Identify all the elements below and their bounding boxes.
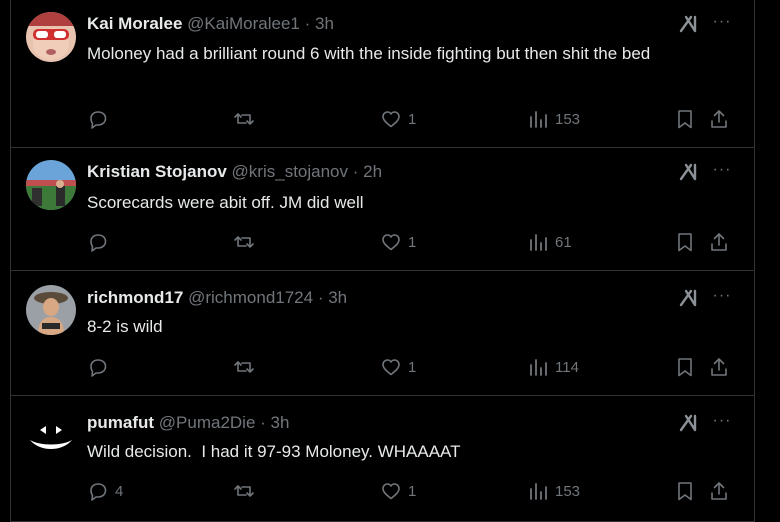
user-handle[interactable]: @kris_stojanov: [232, 162, 348, 181]
like-count: 1: [408, 482, 417, 500]
share-upload-icon: [708, 480, 730, 502]
bar-chart-icon: [527, 356, 549, 378]
separator-dot: ·: [255, 413, 271, 432]
avatar[interactable]: [26, 160, 76, 210]
bookmark-icon: [674, 231, 696, 253]
bar-chart-icon: [527, 231, 549, 253]
avatar[interactable]: [26, 12, 76, 62]
repost-button[interactable]: [232, 230, 256, 254]
repost-arrows-icon: [232, 356, 256, 378]
like-button[interactable]: 1: [380, 479, 416, 503]
bar-chart-icon: [527, 108, 549, 130]
bookmark-button[interactable]: [674, 479, 696, 503]
avatar[interactable]: [26, 285, 76, 335]
repost-button[interactable]: [232, 107, 256, 131]
avatar[interactable]: [26, 410, 76, 460]
grok-icon[interactable]: [678, 412, 700, 434]
share-upload-icon: [708, 108, 730, 130]
reply-button[interactable]: [87, 230, 115, 254]
timestamp[interactable]: 3h: [271, 413, 290, 432]
user-handle[interactable]: @Puma2Die: [159, 413, 256, 432]
share-button[interactable]: [708, 479, 730, 503]
bar-chart-icon: [527, 480, 549, 502]
reply-header: Kristian Stojanov @kris_stojanov · 2h: [87, 161, 382, 183]
reply-button[interactable]: [87, 107, 115, 131]
share-button[interactable]: [708, 355, 730, 379]
bookmark-icon: [674, 480, 696, 502]
display-name[interactable]: pumafut: [87, 413, 154, 432]
reply-button[interactable]: 4: [87, 479, 123, 503]
display-name[interactable]: Kristian Stojanov: [87, 162, 227, 181]
views-button[interactable]: 153: [527, 107, 580, 131]
bookmark-button[interactable]: [674, 107, 696, 131]
reply-text: Moloney had a brilliant round 6 with the…: [87, 44, 651, 63]
separator-dot: ·: [313, 288, 329, 307]
more-dots-icon[interactable]: ···: [711, 287, 733, 309]
like-count: 1: [408, 233, 417, 251]
repost-arrows-icon: [232, 480, 256, 502]
view-count: 114: [555, 358, 579, 376]
heart-icon: [380, 480, 402, 502]
reply-text: 8-2 is wild: [87, 317, 163, 336]
bookmark-icon: [674, 356, 696, 378]
reply-post[interactable]: richmond17 @richmond1724 · 3h ··· 8-2 is…: [11, 271, 754, 396]
speech-bubble-icon: [87, 108, 109, 130]
speech-bubble-icon: [87, 480, 109, 502]
timestamp[interactable]: 3h: [328, 288, 347, 307]
share-button[interactable]: [708, 107, 730, 131]
view-count: 153: [555, 110, 581, 128]
reply-header: pumafut @Puma2Die · 3h: [87, 412, 289, 434]
reply-header: Kai Moralee @KaiMoralee1 · 3h: [87, 13, 334, 35]
bookmark-icon: [674, 108, 696, 130]
reply-thread: Kai Moralee @KaiMoralee1 · 3h ··· Molone…: [10, 0, 755, 522]
speech-bubble-icon: [87, 231, 109, 253]
view-count: 61: [555, 233, 572, 251]
reply-post[interactable]: pumafut @Puma2Die · 3h ··· Wild decision…: [11, 396, 754, 522]
user-handle[interactable]: @richmond1724: [188, 288, 313, 307]
grok-icon[interactable]: [678, 161, 700, 183]
user-handle[interactable]: @KaiMoralee1: [187, 14, 300, 33]
more-dots-icon[interactable]: ···: [711, 161, 733, 183]
share-upload-icon: [708, 356, 730, 378]
reply-text: Wild decision. I had it 97-93 Moloney. W…: [87, 442, 461, 461]
bookmark-button[interactable]: [674, 230, 696, 254]
like-count: 1: [408, 110, 417, 128]
share-button[interactable]: [708, 230, 730, 254]
reply-count: 4: [115, 482, 124, 500]
display-name[interactable]: Kai Moralee: [87, 14, 182, 33]
separator-dot: ·: [299, 14, 315, 33]
separator-dot: ·: [348, 162, 364, 181]
share-upload-icon: [708, 231, 730, 253]
like-button[interactable]: 1: [380, 355, 416, 379]
bookmark-button[interactable]: [674, 355, 696, 379]
reply-text: Scorecards were abit off. JM did well: [87, 193, 364, 212]
heart-icon: [380, 108, 402, 130]
view-count: 153: [555, 482, 581, 500]
repost-arrows-icon: [232, 108, 256, 130]
repost-arrows-icon: [232, 231, 256, 253]
grok-icon[interactable]: [678, 13, 700, 35]
heart-icon: [380, 356, 402, 378]
repost-button[interactable]: [232, 479, 256, 503]
repost-button[interactable]: [232, 355, 256, 379]
display-name[interactable]: richmond17: [87, 288, 183, 307]
reply-button[interactable]: [87, 355, 115, 379]
like-button[interactable]: 1: [380, 230, 416, 254]
grok-icon[interactable]: [678, 287, 700, 309]
timestamp[interactable]: 3h: [315, 14, 334, 33]
like-count: 1: [408, 358, 417, 376]
views-button[interactable]: 153: [527, 479, 580, 503]
reply-post[interactable]: Kai Moralee @KaiMoralee1 · 3h ··· Molone…: [11, 0, 754, 148]
like-button[interactable]: 1: [380, 107, 416, 131]
reply-header: richmond17 @richmond1724 · 3h: [87, 287, 347, 309]
heart-icon: [380, 231, 402, 253]
views-button[interactable]: 114: [527, 355, 579, 379]
more-dots-icon[interactable]: ···: [711, 412, 733, 434]
speech-bubble-icon: [87, 356, 109, 378]
more-dots-icon[interactable]: ···: [711, 13, 733, 35]
reply-post[interactable]: Kristian Stojanov @kris_stojanov · 2h ··…: [11, 148, 754, 271]
timestamp[interactable]: 2h: [363, 162, 382, 181]
views-button[interactable]: 61: [527, 230, 572, 254]
